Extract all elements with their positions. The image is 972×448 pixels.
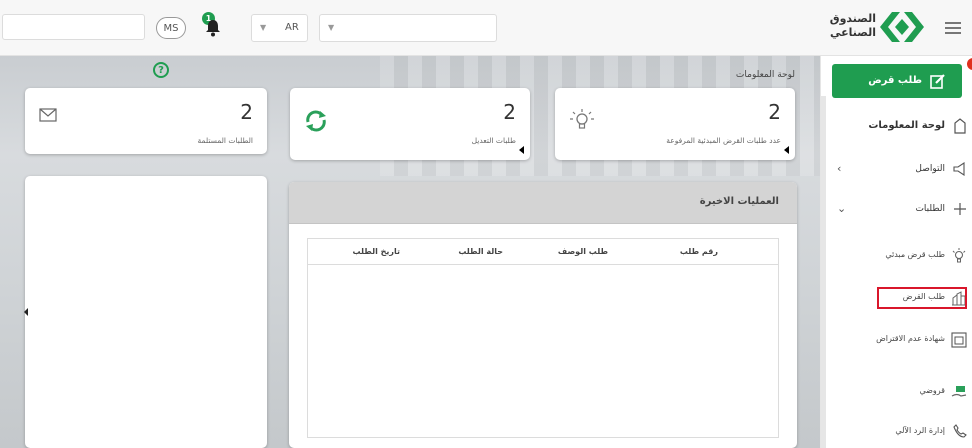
logo-mark-icon [880, 12, 924, 42]
sidebar-item-label: طلب قرض مبدئي [885, 250, 945, 259]
collapse-arrow-icon[interactable] [24, 308, 28, 316]
language-value: AR [285, 22, 299, 33]
scrollbar[interactable] [821, 96, 826, 448]
new-loan-label: طلب قرض [868, 75, 922, 86]
stat-card-received-requests[interactable]: 2 الطلبات المستلمة [25, 88, 267, 154]
panel-title: العمليات الاخيرة [699, 196, 779, 207]
dashboard-main: ? لوحة المعلومات 2 عدد طلبات القرض المبد… [0, 56, 820, 448]
new-loan-button[interactable]: طلب قرض [832, 64, 962, 98]
logo[interactable]: الصندوق الصناعي [826, 10, 926, 46]
chevron-down-icon: ⌄ [837, 202, 847, 215]
refresh-icon [306, 110, 326, 132]
top-bar: MS 1 ▼ AR ▼ الصندوق الصناعي [0, 0, 972, 56]
stat-value: 2 [240, 100, 253, 124]
menu-icon[interactable] [945, 22, 961, 34]
recent-operations-panel: العمليات الاخيرة رقم طلب طلب الوصف حالة … [289, 182, 797, 448]
lightbulb-icon [952, 248, 966, 263]
sidebar-item-my-loans[interactable]: قروضي [827, 380, 972, 404]
selection-highlight [877, 287, 967, 309]
side-panel [25, 176, 267, 448]
column-header[interactable]: طلب الوصف [558, 247, 608, 256]
phone-icon [953, 424, 967, 438]
stat-label: طلبات التعديل [471, 136, 516, 145]
stat-value: 2 [768, 100, 781, 124]
chevron-down-icon: ▼ [260, 23, 267, 32]
plus-icon [954, 203, 966, 215]
alert-dot [967, 58, 972, 70]
sidebar-item-label: الطلبات [915, 204, 945, 214]
breadcrumb: لوحة المعلومات [735, 70, 795, 80]
sidebar-item-no-borrowing-certificate[interactable]: شهادة عدم الاقتراض [827, 328, 972, 352]
chevron-down-icon: ▼ [328, 23, 335, 32]
chevron-left-icon: ‹ [837, 162, 842, 175]
logo-line1: الصندوق [829, 12, 876, 25]
stat-label: الطلبات المستلمة [197, 136, 254, 145]
sidebar-item-label: قروضي [919, 386, 945, 395]
sidebar-item-label: شهادة عدم الاقتراض [876, 334, 945, 343]
column-header[interactable]: حالة الطلب [458, 247, 503, 256]
sidebar-item-dashboard[interactable]: لوحة المعلومات [827, 114, 972, 138]
expand-arrow-icon[interactable] [519, 146, 524, 154]
sidebar-item-auto-reply[interactable]: إدارة الرد الآلي [827, 420, 972, 444]
money-hand-icon [951, 386, 967, 397]
column-header[interactable]: تاريخ الطلب [353, 247, 400, 256]
column-header[interactable]: رقم طلب [680, 247, 718, 256]
user-avatar[interactable]: MS [156, 17, 186, 39]
sidebar-item-label: إدارة الرد الآلي [895, 426, 945, 435]
help-icon[interactable]: ? [153, 62, 169, 78]
sidebar-item-contact[interactable]: ‹ التواصل [827, 158, 972, 182]
sidebar-item-requests[interactable]: ⌄ الطلبات [827, 198, 972, 222]
sidebar-item-label: التواصل [915, 164, 945, 174]
stat-card-modification-requests[interactable]: 2 طلبات التعديل [290, 88, 530, 160]
panel-header: العمليات الاخيرة [289, 182, 797, 224]
logo-line2: الصناعي [829, 26, 876, 39]
operations-table: رقم طلب طلب الوصف حالة الطلب تاريخ الطلب [307, 238, 779, 438]
stat-label: عدد طلبات القرض المبدئية المرفوعة [666, 136, 781, 145]
sidebar-item-initial-loan-request[interactable]: طلب قرض مبدئي [827, 244, 972, 268]
edit-icon [930, 74, 945, 89]
table-header: رقم طلب طلب الوصف حالة الطلب تاريخ الطلب [308, 239, 778, 265]
logo-text: الصندوق الصناعي [826, 12, 876, 40]
language-select[interactable]: ▼ AR [251, 14, 308, 42]
megaphone-icon [953, 162, 965, 176]
user-name-field[interactable] [2, 14, 145, 40]
certificate-icon [951, 332, 967, 348]
sidebar: طلب قرض لوحة المعلومات ‹ التواصل ⌄ الطلب… [820, 56, 972, 448]
page-select[interactable]: ▼ [319, 14, 497, 42]
bell-icon[interactable] [205, 19, 221, 37]
lightbulb-icon [570, 109, 594, 129]
envelope-icon [39, 108, 57, 122]
sidebar-item-label: لوحة المعلومات [868, 120, 945, 131]
expand-arrow-icon[interactable] [784, 146, 789, 154]
stat-value: 2 [503, 100, 516, 124]
dashboard-icon [954, 118, 966, 134]
stat-card-initial-requests[interactable]: 2 عدد طلبات القرض المبدئية المرفوعة [555, 88, 795, 160]
